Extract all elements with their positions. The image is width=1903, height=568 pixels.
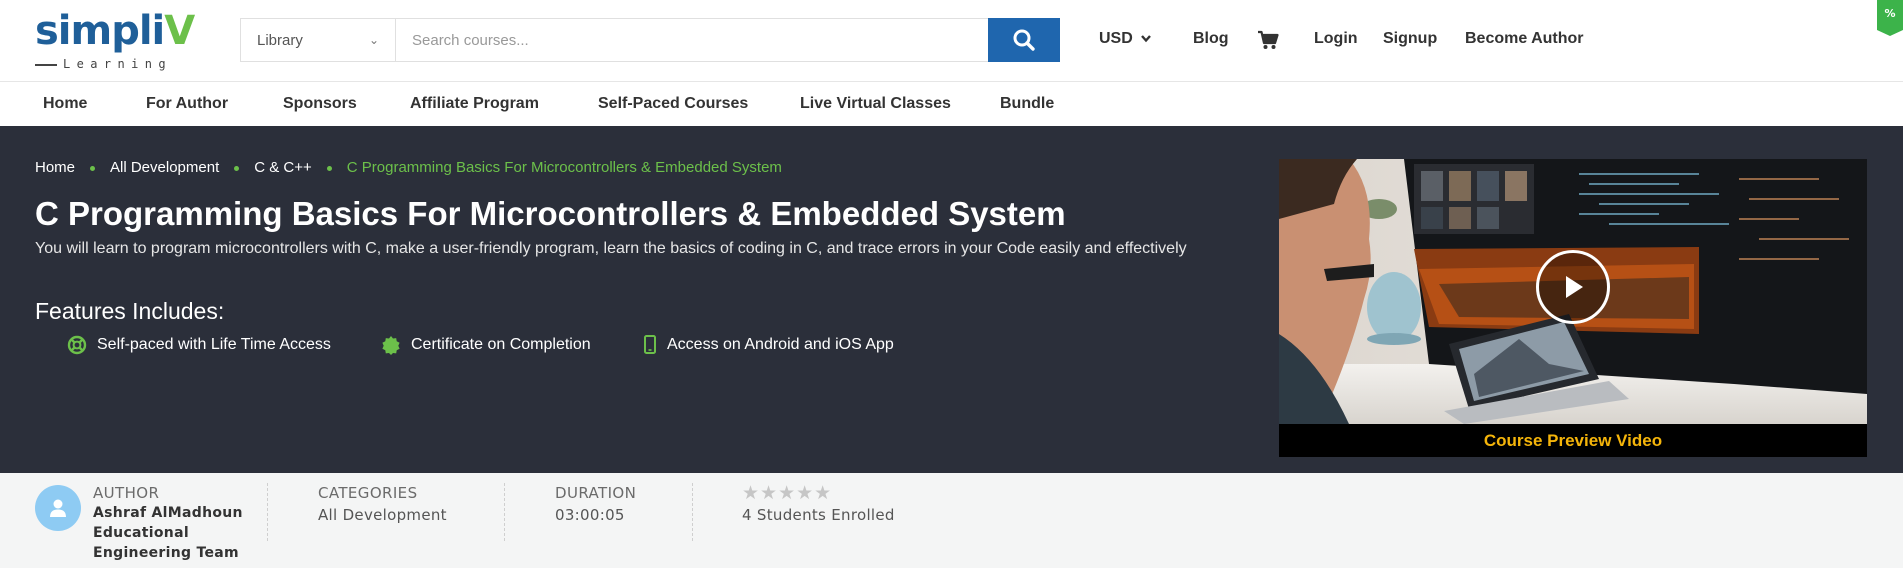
svg-text:%: %: [1884, 7, 1895, 20]
nav-affiliate-program[interactable]: Affiliate Program: [410, 93, 539, 115]
course-description: You will learn to program microcontrolle…: [35, 240, 1187, 257]
feature-label: Access on Android and iOS App: [667, 336, 894, 353]
nav-home[interactable]: Home: [43, 93, 87, 115]
duration-label: DURATION: [555, 484, 637, 502]
chevron-down-icon: [1141, 34, 1152, 43]
login-link[interactable]: Login: [1314, 28, 1358, 50]
feature-certificate: Certificate on Completion: [381, 334, 591, 356]
search-button[interactable]: [988, 18, 1060, 62]
currency-label: USD: [1099, 30, 1133, 47]
top-header: simpliV Learning Library ⌄ USD Blog Logi…: [0, 0, 1903, 82]
nav-self-paced-courses[interactable]: Self-Paced Courses: [598, 93, 748, 115]
main-nav: Home For Author Sponsors Affiliate Progr…: [0, 83, 1903, 126]
mobile-phone-icon: [644, 335, 656, 354]
rating-block: ★★★★★ 4 Students Enrolled: [742, 483, 895, 525]
breadcrumb-all-development[interactable]: All Development: [110, 158, 219, 178]
categories-block: CATEGORIES All Development: [318, 483, 447, 525]
chevron-down-icon: ⌄: [368, 33, 379, 47]
search-bar: Library ⌄: [240, 18, 1060, 62]
course-preview-video[interactable]: Course Preview Video: [1279, 159, 1867, 457]
search-input[interactable]: [396, 19, 988, 61]
features-heading: Features Includes:: [35, 298, 225, 324]
play-icon: [1566, 276, 1583, 298]
discount-badge-icon[interactable]: %: [1877, 0, 1903, 36]
course-info-strip: AUTHOR Ashraf AlMadhoun Educational Engi…: [0, 473, 1903, 568]
course-title: C Programming Basics For Microcontroller…: [35, 195, 1066, 232]
divider: [267, 483, 268, 541]
feature-label: Certificate on Completion: [411, 336, 591, 353]
feature-mobile-access: Access on Android and iOS App: [643, 334, 894, 356]
breadcrumb-c-cpp[interactable]: C & C++: [254, 158, 312, 178]
signup-link[interactable]: Signup: [1383, 28, 1437, 50]
divider: [504, 483, 505, 541]
become-author-link[interactable]: Become Author: [1465, 28, 1584, 50]
duration-value: 03:00:05: [555, 506, 625, 524]
blog-link[interactable]: Blog: [1193, 28, 1229, 50]
certificate-badge-icon: [382, 336, 400, 355]
breadcrumb: Home All Development C & C++ C Programmi…: [35, 158, 782, 178]
categories-value[interactable]: All Development: [318, 505, 447, 525]
currency-dropdown[interactable]: USD: [1099, 28, 1152, 50]
author-avatar[interactable]: [35, 485, 81, 531]
feature-lifetime-access: Self-paced with Life Time Access: [67, 334, 331, 356]
nav-live-virtual-classes[interactable]: Live Virtual Classes: [800, 93, 951, 115]
course-hero: Home All Development C & C++ C Programmi…: [0, 126, 1903, 473]
nav-for-author[interactable]: For Author: [146, 93, 228, 115]
cart-icon[interactable]: [1257, 30, 1279, 55]
enrolled-count: 4 Students Enrolled: [742, 506, 895, 524]
divider: [692, 483, 693, 541]
play-button[interactable]: [1536, 250, 1610, 324]
author-name[interactable]: Ashraf AlMadhoun Educational Engineering…: [93, 503, 263, 563]
author-label: AUTHOR: [93, 484, 160, 502]
site-logo[interactable]: simpliV Learning: [35, 5, 195, 75]
breadcrumb-home[interactable]: Home: [35, 158, 75, 178]
feature-label: Self-paced with Life Time Access: [97, 336, 331, 353]
rating-stars: ★★★★★: [742, 482, 833, 504]
library-select[interactable]: Library ⌄: [241, 19, 396, 61]
library-select-value: Library: [257, 31, 303, 49]
author-block: AUTHOR Ashraf AlMadhoun Educational Engi…: [93, 483, 263, 563]
nav-bundle[interactable]: Bundle: [1000, 93, 1054, 115]
search-icon: [1013, 29, 1035, 51]
video-caption: Course Preview Video: [1483, 431, 1663, 450]
user-icon: [50, 499, 66, 517]
lifebuoy-icon: [67, 335, 87, 355]
nav-sponsors[interactable]: Sponsors: [283, 93, 357, 115]
categories-label: CATEGORIES: [318, 484, 418, 502]
breadcrumb-current: C Programming Basics For Microcontroller…: [346, 159, 782, 176]
duration-block: DURATION 03:00:05: [555, 483, 636, 525]
